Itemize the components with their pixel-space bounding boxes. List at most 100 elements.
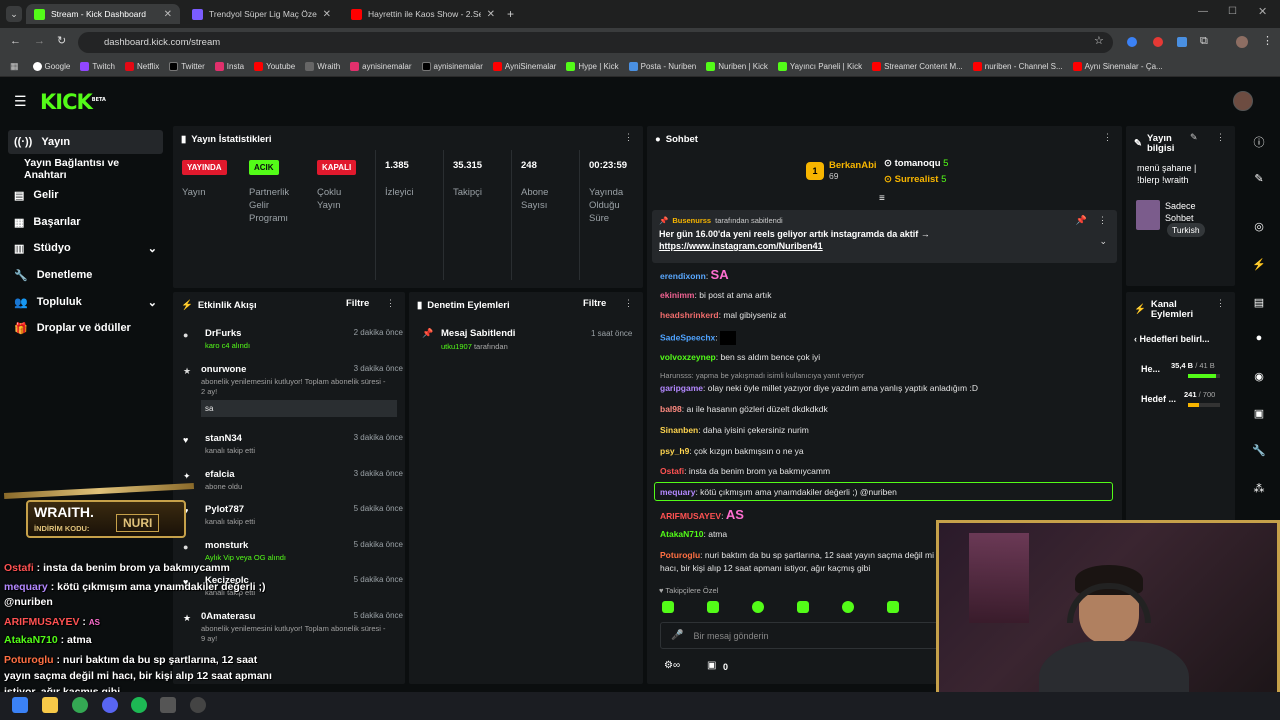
panel-menu-icon[interactable]: ⋮ (624, 298, 633, 309)
goals-header[interactable]: ‹ Hedefleri belirl... (1134, 334, 1210, 344)
panel-icon[interactable]: ▣ (1250, 407, 1268, 425)
sidebar-item-denetleme[interactable]: 🔧 Denetleme (8, 263, 163, 287)
star-icon[interactable]: ☆ (1094, 34, 1104, 47)
chrome-icon[interactable] (72, 697, 88, 713)
sidebar-item-basarilar[interactable]: ▦ Başarılar (8, 210, 163, 234)
chat-message: ekinimm: bi post at ama artık (660, 290, 772, 300)
bookmark-aynisinemalar-1[interactable]: aynisinemalar (350, 61, 412, 71)
hamburger-menu-icon[interactable]: ☰ (14, 93, 27, 110)
back-icon[interactable]: ← (10, 35, 21, 47)
chat-message: psy_h9: çok kızgın bakmışsın o ne ya (660, 446, 804, 456)
reload-icon[interactable]: ↻ (57, 34, 66, 47)
emote-icon[interactable] (707, 601, 719, 613)
profile-avatar-icon[interactable] (1236, 36, 1248, 48)
extension-icon[interactable] (1127, 37, 1137, 47)
bookmark-google[interactable]: Google (32, 61, 70, 71)
sidebar-item-droplar[interactable]: 🎁 Droplar ve ödüller (8, 316, 163, 340)
bookmark-youtube[interactable]: Youtube (254, 61, 295, 71)
tab-list-icon[interactable]: ⌄ (6, 6, 22, 22)
bookmark-nuriben-channel[interactable]: nuriben - Channel S... (972, 61, 1063, 71)
bolt-icon[interactable]: ⚡ (1250, 258, 1268, 276)
maximize-icon[interactable]: ☐ (1228, 6, 1237, 17)
sidebar-item-gelir[interactable]: ▤ Gelir (8, 183, 163, 207)
tab-kick-dashboard[interactable]: Stream - Kick Dashboard ✕ (26, 4, 180, 24)
bookmark-aynisinemalar-3[interactable]: AyniSinemalar (492, 61, 556, 71)
extensions-puzzle-icon[interactable]: ⧉ (1200, 35, 1208, 48)
emote-icon[interactable] (842, 601, 854, 613)
collapse-icon[interactable]: ≡ (879, 193, 885, 204)
bookmark-insta[interactable]: Insta (214, 61, 244, 71)
filter-button[interactable]: Filtre (583, 298, 606, 309)
pinned-message[interactable]: 📌 Busenurss tarafından sabitlendi Her gün … (652, 210, 1117, 263)
target-icon[interactable]: ◎ (1250, 220, 1268, 238)
activity-event: ♥ stanN34 kanalı takip etti 3 dakika önce (183, 433, 403, 455)
community-icon[interactable]: ⁂ (1250, 482, 1268, 500)
bookmark-twitch[interactable]: Twitch (80, 61, 115, 71)
language-tag[interactable]: Turkish (1167, 223, 1205, 237)
panel-menu-icon[interactable]: ⋮ (624, 132, 633, 143)
extension-icon[interactable] (1153, 37, 1163, 47)
minimize-icon[interactable]: — (1198, 6, 1208, 17)
new-tab-icon[interactable]: + (507, 7, 514, 21)
bookmark-hype-kick[interactable]: Hype | Kick (566, 61, 619, 71)
bookmark-streamer-content[interactable]: Streamer Content M... (872, 61, 963, 71)
info-icon[interactable]: ⓘ (1250, 134, 1268, 152)
forward-icon[interactable]: → (34, 35, 45, 47)
menu-dots-icon[interactable]: ⋮ (1262, 34, 1273, 47)
panel-menu-icon[interactable]: ⋮ (1216, 132, 1225, 143)
filter-button[interactable]: Filtre (346, 298, 369, 309)
microphone-icon[interactable]: 🎤 (671, 630, 683, 641)
store-icon[interactable]: ▣ (707, 660, 716, 671)
broadcast-icon[interactable]: ◉ (1250, 370, 1268, 388)
tab-hayrettin[interactable]: Hayrettin ile Kaos Show - 2.Sez ✕ (343, 4, 503, 24)
emote-icon[interactable] (797, 601, 809, 613)
panel-menu-icon[interactable]: ⋮ (386, 298, 395, 309)
document-icon[interactable]: ▤ (1250, 296, 1268, 314)
bookmark-posta[interactable]: Posta - Nuriben (628, 61, 696, 71)
user-avatar[interactable] (1233, 91, 1253, 111)
edit-icon[interactable]: ✎ (1250, 172, 1268, 190)
sidebar-item-studyo[interactable]: ▥ Stüdyo ⌄ (8, 236, 163, 260)
file-explorer-icon[interactable] (42, 697, 58, 713)
pinned-link[interactable]: https://www.instagram.com/Nuriben41 (659, 241, 1110, 251)
panel-menu-icon[interactable]: ⋮ (1103, 132, 1112, 143)
bookmark-netflix[interactable]: Netflix (124, 61, 159, 71)
pinned-menu-icon[interactable]: ⋮ (1098, 215, 1107, 226)
emote-icon[interactable] (662, 601, 674, 613)
close-window-icon[interactable]: ✕ (1258, 5, 1267, 18)
chat-icon[interactable]: ● (1250, 332, 1268, 350)
url-field[interactable]: dashboard.kick.com/stream (78, 32, 1113, 53)
discord-icon[interactable] (102, 697, 118, 713)
bookmark-aynisinemalar-2[interactable]: aynisinemalar (421, 61, 483, 71)
kick-logo[interactable]: KICKBETA (40, 90, 106, 114)
windows-start-icon[interactable] (12, 697, 28, 713)
emote-icon[interactable] (752, 601, 764, 613)
bookmark-twitter[interactable]: Twitter (169, 61, 205, 71)
app-icon[interactable] (160, 697, 176, 713)
sidebar-item-stream-key[interactable]: Yayın Bağlantısı ve Anahtarı (8, 157, 163, 181)
emote-icon[interactable] (887, 601, 899, 613)
panel-menu-icon[interactable]: ⋮ (1216, 298, 1225, 309)
tab-trendyol[interactable]: Trendyol Süper Lig Maç Özetleri ✕ (184, 4, 339, 24)
close-tab-icon[interactable]: ✕ (487, 9, 495, 20)
bookmark-ayni-sinemalar[interactable]: Aynı Sinemalar - Ça... (1072, 61, 1163, 71)
close-tab-icon[interactable]: ✕ (323, 9, 331, 20)
extension-icon[interactable] (1177, 37, 1187, 47)
spotify-icon[interactable] (131, 697, 147, 713)
discount-code: NURI (116, 514, 160, 532)
unpin-icon[interactable]: 📌 (1076, 215, 1087, 226)
sidebar-item-topluluk[interactable]: 👥 Topluluk ⌄ (8, 290, 163, 314)
chat-input[interactable]: 🎤 Bir mesaj gönderin (660, 622, 940, 649)
bookmark-wraith[interactable]: Wraith (305, 61, 340, 71)
bookmark-yayinci-paneli[interactable]: Yayıncı Paneli | Kick (777, 61, 862, 71)
bookmark-nuriben-kick[interactable]: Nuriben | Kick (706, 61, 768, 71)
edit-icon[interactable]: ✎ (1190, 132, 1198, 143)
chevron-down-icon[interactable]: ⌄ (1099, 236, 1107, 247)
close-tab-icon[interactable]: ✕ (164, 9, 172, 20)
wrench-icon[interactable]: 🔧 (1250, 444, 1268, 462)
category-name[interactable]: Sadece Sohbet (1165, 200, 1205, 224)
obs-icon[interactable] (190, 697, 206, 713)
apps-grid-icon[interactable]: ▦ (10, 61, 19, 72)
sidebar-item-yayin[interactable]: ((·)) Yayın (8, 130, 163, 154)
settings-icon[interactable]: ⚙∞ (664, 660, 680, 671)
